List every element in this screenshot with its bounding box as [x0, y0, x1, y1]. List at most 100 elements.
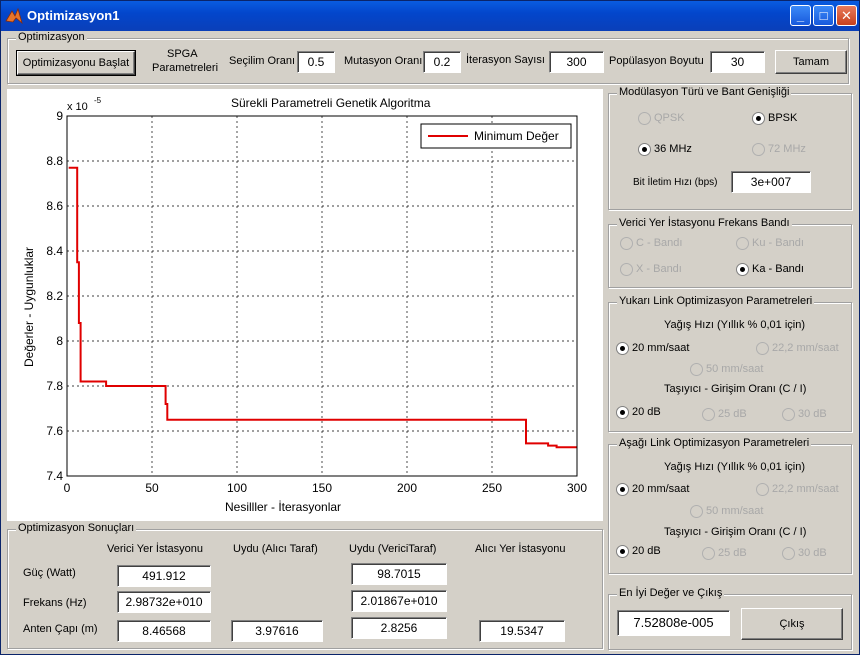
- downlink-20mm-radio[interactable]: [616, 483, 629, 496]
- downlink-22mm-radio[interactable]: [756, 483, 769, 496]
- plot-panel: Sürekli Parametreli Genetik Algoritma x …: [7, 89, 603, 521]
- bpsk-label: BPSK: [768, 112, 798, 124]
- downlink-50mm-radio[interactable]: [690, 505, 703, 518]
- uplink-22mm-radio[interactable]: [756, 342, 769, 355]
- downlink-20db-radio[interactable]: [616, 545, 629, 558]
- qpsk-radio[interactable]: [638, 112, 651, 125]
- spga-label-line1: SPGA: [167, 48, 198, 60]
- close-button[interactable]: ✕: [836, 5, 857, 26]
- population-size-label: Popülasyon Boyutu: [609, 55, 704, 67]
- y-tick-label: 8.8: [46, 154, 63, 168]
- uplink-20mm-label: 20 mm/saat: [632, 342, 690, 354]
- antenna-rx-field: 19.5347: [479, 620, 565, 642]
- c-band-radio[interactable]: [620, 237, 633, 250]
- fitness-chart: Sürekli Parametreli Genetik Algoritma x …: [22, 96, 587, 514]
- row-label-frequency: Frekans (Hz): [23, 597, 87, 609]
- x-band-radio[interactable]: [620, 263, 633, 276]
- 72mhz-label: 72 MHz: [768, 143, 806, 155]
- x-tick-label: 250: [482, 481, 502, 495]
- uplink-20mm-radio[interactable]: [616, 342, 629, 355]
- x-tick-label: 200: [397, 481, 417, 495]
- uplink-rain-title: Yağış Hızı (Yıllık % 0,01 için): [664, 319, 806, 331]
- results-group-title: Optimizasyon Sonuçları: [16, 522, 137, 534]
- ok-button[interactable]: Tamam: [775, 50, 847, 74]
- y-tick-label: 8.2: [46, 289, 63, 303]
- bitrate-label: Bit İletim Hızı (bps): [633, 177, 718, 188]
- matlab-logo-icon: [5, 7, 23, 25]
- iteration-count-label: İterasyon Sayısı: [466, 54, 545, 66]
- window-title: Optimizasyon1: [27, 8, 120, 23]
- uplink-20db-label: 20 dB: [632, 406, 661, 418]
- title-bar[interactable]: Optimizasyon1 _ □ ✕: [1, 1, 859, 31]
- downlink-rain-title: Yağış Hızı (Yıllık % 0,01 için): [664, 461, 806, 473]
- uplink-22mm-label: 22,2 mm/saat: [772, 342, 839, 354]
- qpsk-label: QPSK: [654, 112, 685, 124]
- exponent-label: x 10: [67, 101, 88, 113]
- downlink-25db-radio[interactable]: [702, 547, 715, 560]
- best-value-display: 7.52808e-005: [617, 610, 730, 636]
- x-tick-label: 150: [312, 481, 332, 495]
- freq-tx-field: 2.98732e+010: [117, 591, 211, 613]
- exponent-power: -5: [94, 96, 102, 105]
- y-axis-label: Değerler - Uygunluklar: [22, 247, 36, 367]
- x-tick-label: 50: [145, 481, 159, 495]
- uplink-30db-radio[interactable]: [782, 408, 795, 421]
- 72mhz-radio[interactable]: [752, 143, 765, 156]
- spga-label-line2: Parametreleri: [152, 62, 219, 74]
- row-label-antenna: Anten Çapı (m): [23, 623, 98, 635]
- downlink-30db-label: 30 dB: [798, 547, 827, 559]
- col-header-rx-station: Alıcı Yer İstasyonu: [475, 543, 566, 555]
- 36mhz-radio[interactable]: [638, 143, 651, 156]
- freq-sat-tx-field: 2.01867e+010: [351, 590, 447, 612]
- 36mhz-label: 36 MHz: [654, 143, 692, 155]
- uplink-20db-radio[interactable]: [616, 406, 629, 419]
- x-tick-label: 300: [567, 481, 587, 495]
- uplink-25db-radio[interactable]: [702, 408, 715, 421]
- x-band-label: X - Bandı: [636, 263, 682, 275]
- best-value-group-title: En İyi Değer ve Çıkış: [617, 587, 725, 599]
- minimize-button[interactable]: _: [790, 5, 811, 26]
- ku-band-radio[interactable]: [736, 237, 749, 250]
- antenna-sat-tx-field: 2.8256: [351, 617, 447, 639]
- downlink-30db-radio[interactable]: [782, 547, 795, 560]
- y-tick-label: 7.8: [46, 379, 63, 393]
- y-tick-label: 7.6: [46, 424, 63, 438]
- power-sat-tx-field: 98.7015: [351, 563, 447, 585]
- bpsk-radio[interactable]: [752, 112, 765, 125]
- downlink-20mm-label: 20 mm/saat: [632, 483, 690, 495]
- downlink-ci-title: Taşıyıcı - Girişim Oranı (C / I): [664, 526, 807, 538]
- uplink-30db-label: 30 dB: [798, 408, 827, 420]
- y-tick-label: 7.4: [46, 469, 63, 483]
- antenna-tx-field: 8.46568: [117, 620, 211, 642]
- frequency-band-group-title: Verici Yer İstasyonu Frekans Bandı: [617, 217, 792, 229]
- exit-button[interactable]: Çıkış: [741, 608, 843, 640]
- x-axis-label: Nesilller - İterasyonlar: [225, 500, 341, 514]
- col-header-tx-station: Verici Yer İstasyonu: [107, 543, 204, 555]
- mutation-rate-input[interactable]: 0.2: [423, 51, 461, 73]
- uplink-50mm-radio[interactable]: [690, 363, 703, 376]
- power-tx-field: 491.912: [117, 565, 211, 587]
- maximize-button[interactable]: □: [813, 5, 834, 26]
- downlink-20db-label: 20 dB: [632, 545, 661, 557]
- antenna-sat-rx-field: 3.97616: [231, 620, 323, 642]
- ku-band-label: Ku - Bandı: [752, 237, 804, 249]
- downlink-50mm-label: 50 mm/saat: [706, 505, 764, 517]
- population-size-input[interactable]: 30: [710, 51, 765, 73]
- bitrate-input[interactable]: 3e+007: [731, 171, 811, 193]
- iteration-count-input[interactable]: 300: [549, 51, 604, 73]
- uplink-ci-title: Taşıyıcı - Girişim Oranı (C / I): [664, 383, 807, 395]
- downlink-22mm-label: 22,2 mm/saat: [772, 483, 839, 495]
- c-band-label: C - Bandı: [636, 237, 683, 249]
- downlink-group-title: Aşağı Link Optimizasyon Parametreleri: [617, 437, 812, 449]
- y-tick-label: 8.6: [46, 199, 63, 213]
- selection-rate-input[interactable]: 0.5: [297, 51, 335, 73]
- uplink-group-title: Yukarı Link Optimizasyon Parametreleri: [617, 295, 815, 307]
- ka-band-radio[interactable]: [736, 263, 749, 276]
- series-line-minimum: [68, 166, 577, 449]
- downlink-25db-label: 25 dB: [718, 547, 747, 559]
- y-tick-label: 8.4: [46, 244, 63, 258]
- col-header-sat-tx: Uydu (VericiTaraf): [349, 543, 437, 555]
- y-tick-label: 8: [56, 334, 63, 348]
- start-optimization-button[interactable]: Optimizasyonu Başlat: [17, 51, 135, 75]
- selection-rate-label: Seçilim Oranı: [229, 55, 296, 67]
